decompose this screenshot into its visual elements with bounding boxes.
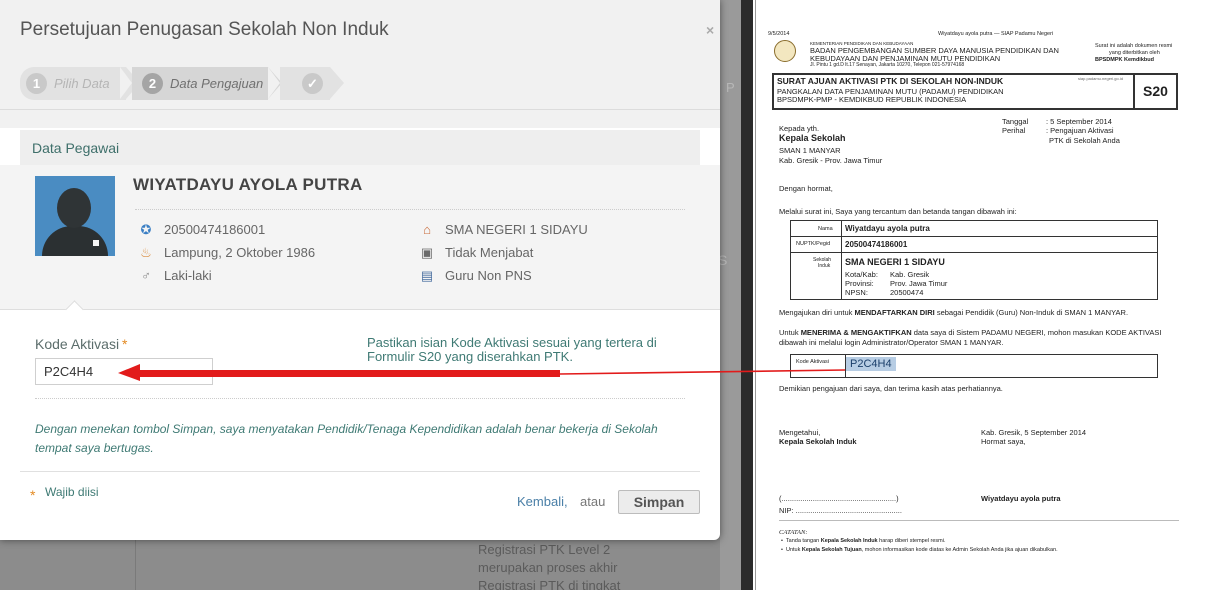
annotation-arrow: [118, 364, 846, 381]
arrow-shaft: [118, 364, 560, 381]
arrow-thin-line: [559, 369, 846, 375]
